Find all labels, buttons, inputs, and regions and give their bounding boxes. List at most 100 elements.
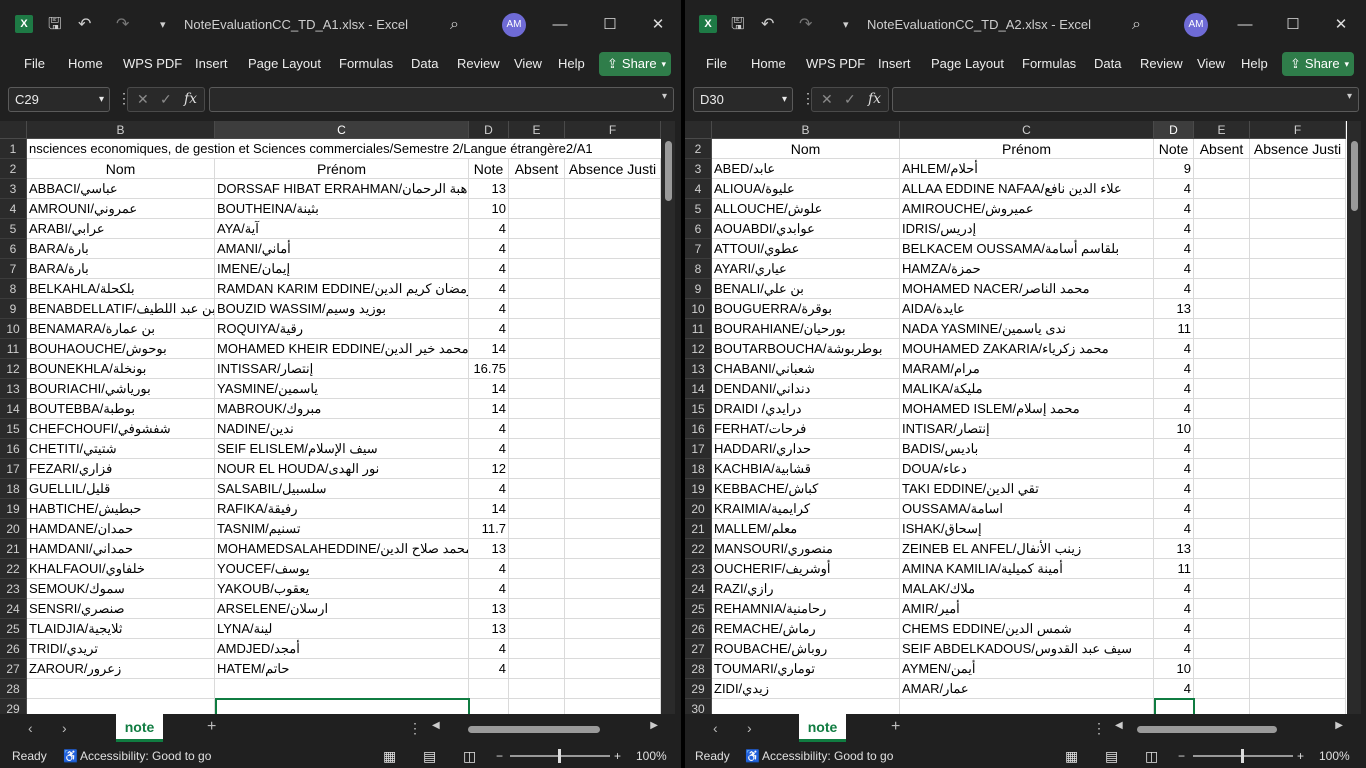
absent-cell[interactable] <box>1194 319 1250 339</box>
absence-justifiee-cell[interactable] <box>1250 359 1346 379</box>
note-cell[interactable]: 10 <box>469 199 509 219</box>
share-button[interactable]: ⇪ Share ▾ <box>599 52 671 76</box>
nom-cell[interactable]: BOUGUERRA/بوقرة <box>712 299 900 319</box>
absence-justifiee-cell[interactable] <box>1250 339 1346 359</box>
row-header[interactable]: 23 <box>0 579 27 599</box>
absent-cell[interactable] <box>1194 699 1250 714</box>
absent-cell[interactable] <box>509 339 565 359</box>
menu-wps-pdf[interactable]: WPS PDF <box>123 55 182 73</box>
page-layout-icon[interactable]: ▤ <box>423 744 436 768</box>
formula-input[interactable]: ▾ <box>892 87 1359 112</box>
absent-cell[interactable] <box>1194 339 1250 359</box>
nom-cell[interactable]: DENDANI/دنداني <box>712 379 900 399</box>
absent-cell[interactable] <box>509 279 565 299</box>
menu-review[interactable]: Review <box>457 55 500 73</box>
prev-sheet-icon[interactable]: ‹ <box>28 720 33 736</box>
row-header[interactable]: 12 <box>0 359 27 379</box>
note-cell[interactable]: 14 <box>469 399 509 419</box>
absence-justifiee-cell[interactable] <box>1250 419 1346 439</box>
note-cell[interactable]: 4 <box>1154 679 1194 699</box>
absent-cell[interactable] <box>1194 559 1250 579</box>
absent-cell[interactable] <box>1194 539 1250 559</box>
page-layout-icon[interactable]: ▤ <box>1105 744 1118 768</box>
absence-justifiee-cell[interactable] <box>565 659 661 679</box>
note-cell[interactable]: 4 <box>1154 399 1194 419</box>
prenom-cell[interactable]: HATEM/حاتم <box>215 659 469 679</box>
note-cell[interactable]: 13 <box>469 619 509 639</box>
nom-cell[interactable]: SENSRI/صنصري <box>27 599 215 619</box>
absent-cell[interactable] <box>509 619 565 639</box>
note-cell[interactable]: 4 <box>469 439 509 459</box>
nom-cell[interactable]: DRAIDI /درايدي <box>712 399 900 419</box>
menu-review[interactable]: Review <box>1140 55 1183 73</box>
note-cell[interactable]: 4 <box>1154 639 1194 659</box>
prenom-cell[interactable] <box>900 699 1154 714</box>
header-cell-D[interactable]: Note <box>1154 139 1194 159</box>
prenom-cell[interactable]: MOHAMED NACER/محمد الناصر <box>900 279 1154 299</box>
absence-justifiee-cell[interactable] <box>565 619 661 639</box>
column-header-B[interactable]: B <box>27 121 215 139</box>
prenom-cell[interactable]: ROQUIYA/رقية <box>215 319 469 339</box>
absent-cell[interactable] <box>1194 279 1250 299</box>
row-header[interactable]: 22 <box>685 539 712 559</box>
name-box[interactable]: D30 ▾ <box>693 87 793 112</box>
absence-justifiee-cell[interactable] <box>565 679 661 699</box>
nom-cell[interactable]: KHALFAOUI/خلفاوي <box>27 559 215 579</box>
note-cell[interactable]: 11 <box>1154 559 1194 579</box>
row-header[interactable]: 27 <box>0 659 27 679</box>
row-header[interactable]: 18 <box>685 459 712 479</box>
close-icon[interactable]: ✕ <box>643 12 673 38</box>
customize-qat-icon[interactable]: ▾ <box>843 12 849 38</box>
nom-cell[interactable]: KACHBIA/قشابية <box>712 459 900 479</box>
prenom-cell[interactable]: BELKACEM OUSSAMA/بلقاسم أسامة <box>900 239 1154 259</box>
header-cell-B[interactable]: Nom <box>27 159 215 179</box>
menu-formulas[interactable]: Formulas <box>1022 55 1076 73</box>
accessibility-status[interactable]: Accessibility: Good to go <box>80 744 211 768</box>
prenom-cell[interactable]: BADIS/باديس <box>900 439 1154 459</box>
nom-cell[interactable]: GUELLIL/قليل <box>27 479 215 499</box>
absent-cell[interactable] <box>1194 579 1250 599</box>
header-cell-F[interactable]: Absence Justi <box>1250 139 1346 159</box>
share-button[interactable]: ⇪ Share ▾ <box>1282 52 1354 76</box>
absent-cell[interactable] <box>1194 419 1250 439</box>
search-icon[interactable]: ⌕ <box>1132 12 1141 38</box>
cancel-icon[interactable]: ✕ <box>137 88 149 111</box>
row-header[interactable]: 1 <box>0 139 27 159</box>
absence-justifiee-cell[interactable] <box>1250 279 1346 299</box>
maximize-icon[interactable]: ☐ <box>595 12 625 38</box>
note-cell[interactable]: 4 <box>469 419 509 439</box>
header-cell-F[interactable]: Absence Justi <box>565 159 661 179</box>
note-cell[interactable]: 4 <box>469 259 509 279</box>
row-header[interactable]: 4 <box>685 179 712 199</box>
absence-justifiee-cell[interactable] <box>565 519 661 539</box>
note-cell[interactable]: 4 <box>1154 219 1194 239</box>
accessibility-icon[interactable]: ♿ <box>63 744 78 768</box>
nom-cell[interactable]: ZAROUR/زعرور <box>27 659 215 679</box>
absence-justifiee-cell[interactable] <box>565 319 661 339</box>
chevron-down-icon[interactable]: ▾ <box>661 52 666 76</box>
nom-cell[interactable]: BOURAHIANE/بورحيان <box>712 319 900 339</box>
row-header[interactable]: 18 <box>0 479 27 499</box>
prenom-cell[interactable]: MOUHAMED ZAKARIA/محمد زكرياء <box>900 339 1154 359</box>
absent-cell[interactable] <box>1194 399 1250 419</box>
absence-justifiee-cell[interactable] <box>1250 459 1346 479</box>
note-cell[interactable]: 4 <box>1154 459 1194 479</box>
row-header[interactable]: 28 <box>0 679 27 699</box>
row-header[interactable]: 3 <box>685 159 712 179</box>
normal-view-icon[interactable]: ▦ <box>383 744 396 768</box>
zoom-slider[interactable] <box>510 749 610 763</box>
absent-cell[interactable] <box>509 399 565 419</box>
prenom-cell[interactable]: AYA/آية <box>215 219 469 239</box>
search-icon[interactable]: ⌕ <box>450 12 459 38</box>
nom-cell[interactable]: AYARI/عياري <box>712 259 900 279</box>
menu-wps-pdf[interactable]: WPS PDF <box>806 55 865 73</box>
prenom-cell[interactable]: RAMDAN KARIM EDDINE/رمضان كريم الدين <box>215 279 469 299</box>
absence-justifiee-cell[interactable] <box>565 219 661 239</box>
prenom-cell[interactable]: HAMZA/حمزة <box>900 259 1154 279</box>
absence-justifiee-cell[interactable] <box>565 459 661 479</box>
nom-cell[interactable]: FERHAT/فرحات <box>712 419 900 439</box>
prenom-cell[interactable]: NADINE/ندين <box>215 419 469 439</box>
note-cell[interactable]: 4 <box>469 319 509 339</box>
absence-justifiee-cell[interactable] <box>1250 679 1346 699</box>
prenom-cell[interactable]: AMINA KAMILIA/أمينة كميلية <box>900 559 1154 579</box>
